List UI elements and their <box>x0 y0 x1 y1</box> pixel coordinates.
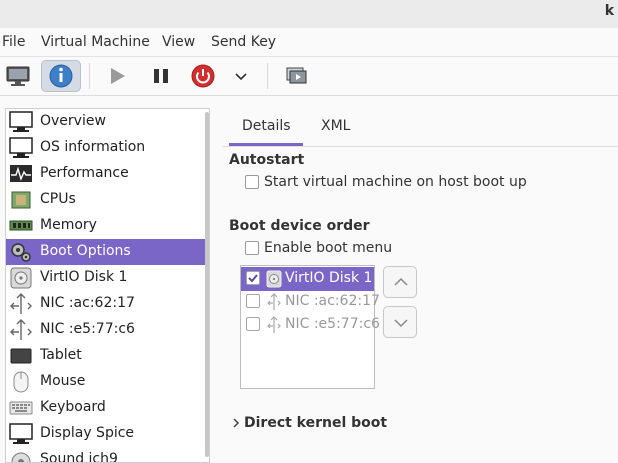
checkmark-icon <box>248 274 258 283</box>
sidebar-item-mouse[interactable]: Mouse <box>6 369 209 395</box>
window-title: k <box>604 3 614 19</box>
sidebar-item-overview[interactable]: Overview <box>6 109 209 135</box>
network-icon <box>10 293 32 314</box>
sidebar-item-label: Display Spice <box>40 425 135 441</box>
chevron-down-icon <box>394 319 408 328</box>
sidebar-item-label: Sound ich9 <box>40 451 118 463</box>
toolbar-separator <box>267 63 268 89</box>
performance-graph-icon <box>10 165 32 182</box>
boot-device-checkbox[interactable] <box>246 294 260 308</box>
sidebar-item-boot-options[interactable]: Boot Options <box>6 239 209 265</box>
sidebar-item-label: NIC :e5:77:c6 <box>40 321 135 337</box>
sidebar-item-label: OS information <box>40 139 146 155</box>
pause-icon <box>154 69 168 83</box>
toolbar-separator <box>89 63 90 89</box>
play-icon <box>111 68 125 84</box>
menu-view[interactable]: View <box>162 34 195 50</box>
window-titlebar: k <box>0 0 618 28</box>
move-up-button[interactable] <box>383 266 417 298</box>
sidebar-item-display-spice[interactable]: Display Spice <box>6 421 209 447</box>
chevron-up-icon <box>394 277 408 286</box>
menu-send-key[interactable]: Send Key <box>211 34 276 50</box>
info-icon <box>49 64 73 88</box>
tab-xml[interactable]: XML <box>321 118 350 134</box>
sidebar-item-nic-ac-62-17[interactable]: NIC :ac:62:17 <box>6 291 209 317</box>
sidebar-scrollbar[interactable] <box>205 112 209 457</box>
console-button[interactable] <box>0 60 38 92</box>
tablet-icon <box>10 348 32 364</box>
chevron-down-icon <box>235 73 247 81</box>
sidebar-item-sound-ich9[interactable]: Sound ich9 <box>6 447 209 463</box>
direct-kernel-boot-expander[interactable]: Direct kernel boot <box>244 415 387 431</box>
sidebar-item-keyboard[interactable]: Keyboard <box>6 395 209 421</box>
sidebar-item-performance[interactable]: Performance <box>6 161 209 187</box>
display-icon <box>9 423 33 444</box>
enable-boot-menu-checkbox[interactable] <box>245 241 259 255</box>
sidebar-item-memory[interactable]: Memory <box>6 213 209 239</box>
run-button[interactable] <box>98 60 138 92</box>
sidebar-item-tablet[interactable]: Tablet <box>6 343 209 369</box>
network-icon <box>267 293 281 310</box>
snapshots-button[interactable] <box>277 60 317 92</box>
monitor-icon <box>9 137 33 158</box>
autostart-title: Autostart <box>229 152 305 168</box>
sidebar-item-label: CPUs <box>40 191 76 207</box>
network-icon <box>10 319 32 340</box>
boot-device-list: VirtIO Disk 1 NIC :ac:62:17 NIC :e5:77:c… <box>240 265 380 389</box>
keyboard-icon <box>9 401 33 415</box>
expander-arrow-icon[interactable] <box>231 417 241 429</box>
boot-device-label: NIC :e5:77:c6 <box>285 316 380 332</box>
shutdown-button[interactable] <box>183 60 223 92</box>
boot-device-checkbox[interactable] <box>246 317 260 331</box>
menu-virtual-machine[interactable]: Virtual Machine <box>41 34 150 50</box>
snapshot-icon <box>286 67 307 84</box>
tab-details[interactable]: Details <box>242 118 291 134</box>
boot-device-virtio-disk-1[interactable]: VirtIO Disk 1 <box>241 267 374 291</box>
network-icon <box>267 316 281 333</box>
details-button[interactable] <box>41 60 81 92</box>
sidebar-item-label: VirtIO Disk 1 <box>40 269 128 285</box>
sidebar-item-label: Mouse <box>40 373 86 389</box>
sidebar-item-label: Overview <box>40 113 106 129</box>
autostart-checkbox[interactable] <box>245 175 259 189</box>
monitor-icon <box>9 111 33 132</box>
shutdown-menu-button[interactable] <box>222 60 252 92</box>
sidebar-item-label: NIC :ac:62:17 <box>40 295 135 311</box>
mouse-icon <box>13 371 29 393</box>
boot-device-checkbox[interactable] <box>246 271 260 285</box>
sidebar-item-virtio-disk-1[interactable]: VirtIO Disk 1 <box>6 265 209 291</box>
disk-icon <box>10 267 32 289</box>
boot-order-title: Boot device order <box>229 218 370 234</box>
pause-button[interactable] <box>141 60 181 92</box>
console-icon <box>6 66 30 86</box>
enable-boot-menu-label[interactable]: Enable boot menu <box>264 240 392 256</box>
sidebar-item-label: Boot Options <box>40 243 131 259</box>
memory-module-icon <box>9 220 33 231</box>
sound-icon <box>11 452 31 462</box>
autostart-checkbox-label[interactable]: Start virtual machine on host boot up <box>264 174 527 190</box>
sidebar-item-label: Memory <box>40 217 97 233</box>
cpu-chip-icon <box>11 191 31 209</box>
sidebar-item-label: Keyboard <box>40 399 106 415</box>
sidebar-item-os-information[interactable]: OS information <box>6 135 209 161</box>
toolbar <box>0 57 618 96</box>
menu-file[interactable]: File <box>2 34 25 50</box>
disk-icon <box>266 270 282 288</box>
hardware-sidebar: Overview OS information Performance CPUs… <box>5 108 210 463</box>
gears-icon <box>11 243 31 262</box>
sidebar-item-label: Performance <box>40 165 129 181</box>
boot-device-label: NIC :ac:62:17 <box>285 293 380 309</box>
sidebar-item-cpus[interactable]: CPUs <box>6 187 209 213</box>
boot-device-label: VirtIO Disk 1 <box>285 270 373 286</box>
boot-device-nic-e5-77-c6[interactable]: NIC :e5:77:c6 <box>241 313 380 337</box>
power-icon <box>191 64 215 88</box>
sidebar-item-label: Tablet <box>40 347 82 363</box>
sidebar-item-nic-e5-77-c6[interactable]: NIC :e5:77:c6 <box>6 317 209 343</box>
move-down-button[interactable] <box>383 306 417 338</box>
menu-bar: File Virtual Machine View Send Key <box>0 28 618 57</box>
tab-divider <box>222 146 618 147</box>
boot-device-nic-ac-62-17[interactable]: NIC :ac:62:17 <box>241 290 380 314</box>
